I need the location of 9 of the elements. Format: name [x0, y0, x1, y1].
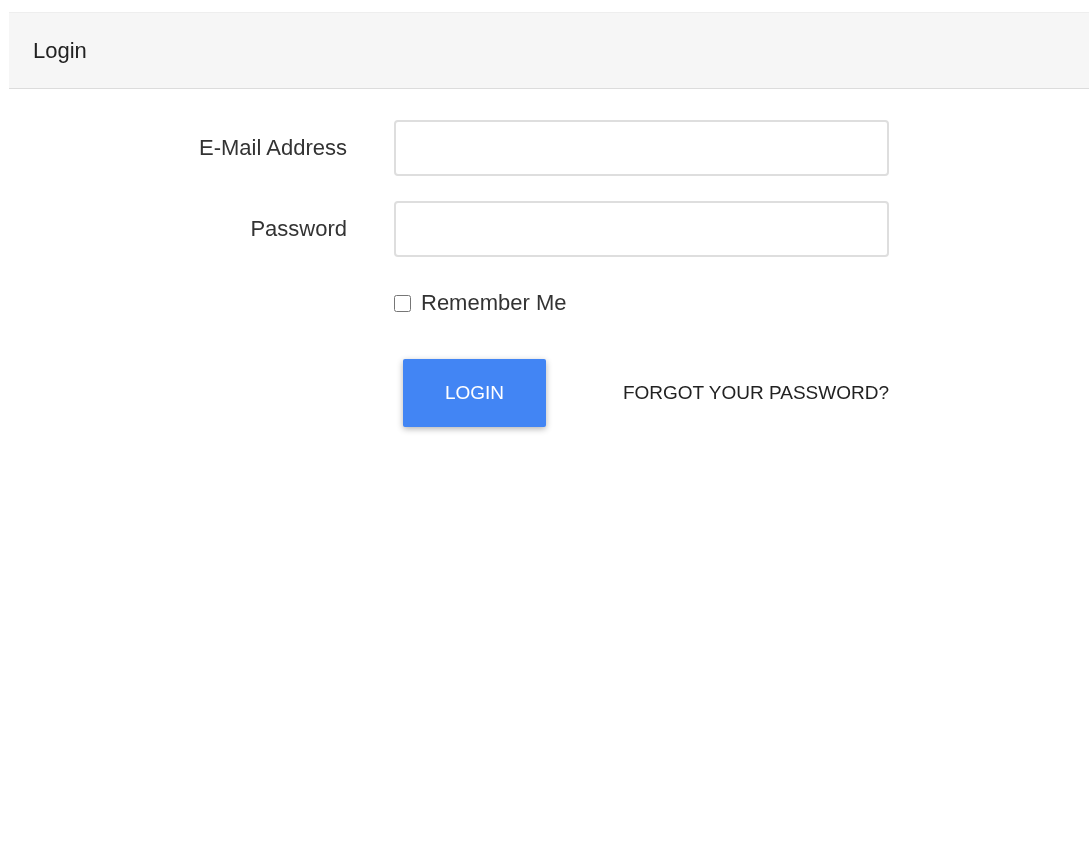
input-field[interactable] [394, 201, 889, 257]
login-button[interactable]: LOGIN [403, 359, 546, 427]
checkbox-label[interactable]: Remember Me [421, 290, 567, 316]
field-label: Password [249, 216, 347, 242]
card-title: Login [33, 37, 87, 64]
forgot-password-link[interactable]: FORGOT YOUR PASSWORD? [622, 382, 889, 404]
field-label: E-Mail Address [198, 135, 347, 161]
input-field[interactable] [394, 120, 889, 176]
remember-checkbox[interactable] [394, 294, 411, 312]
